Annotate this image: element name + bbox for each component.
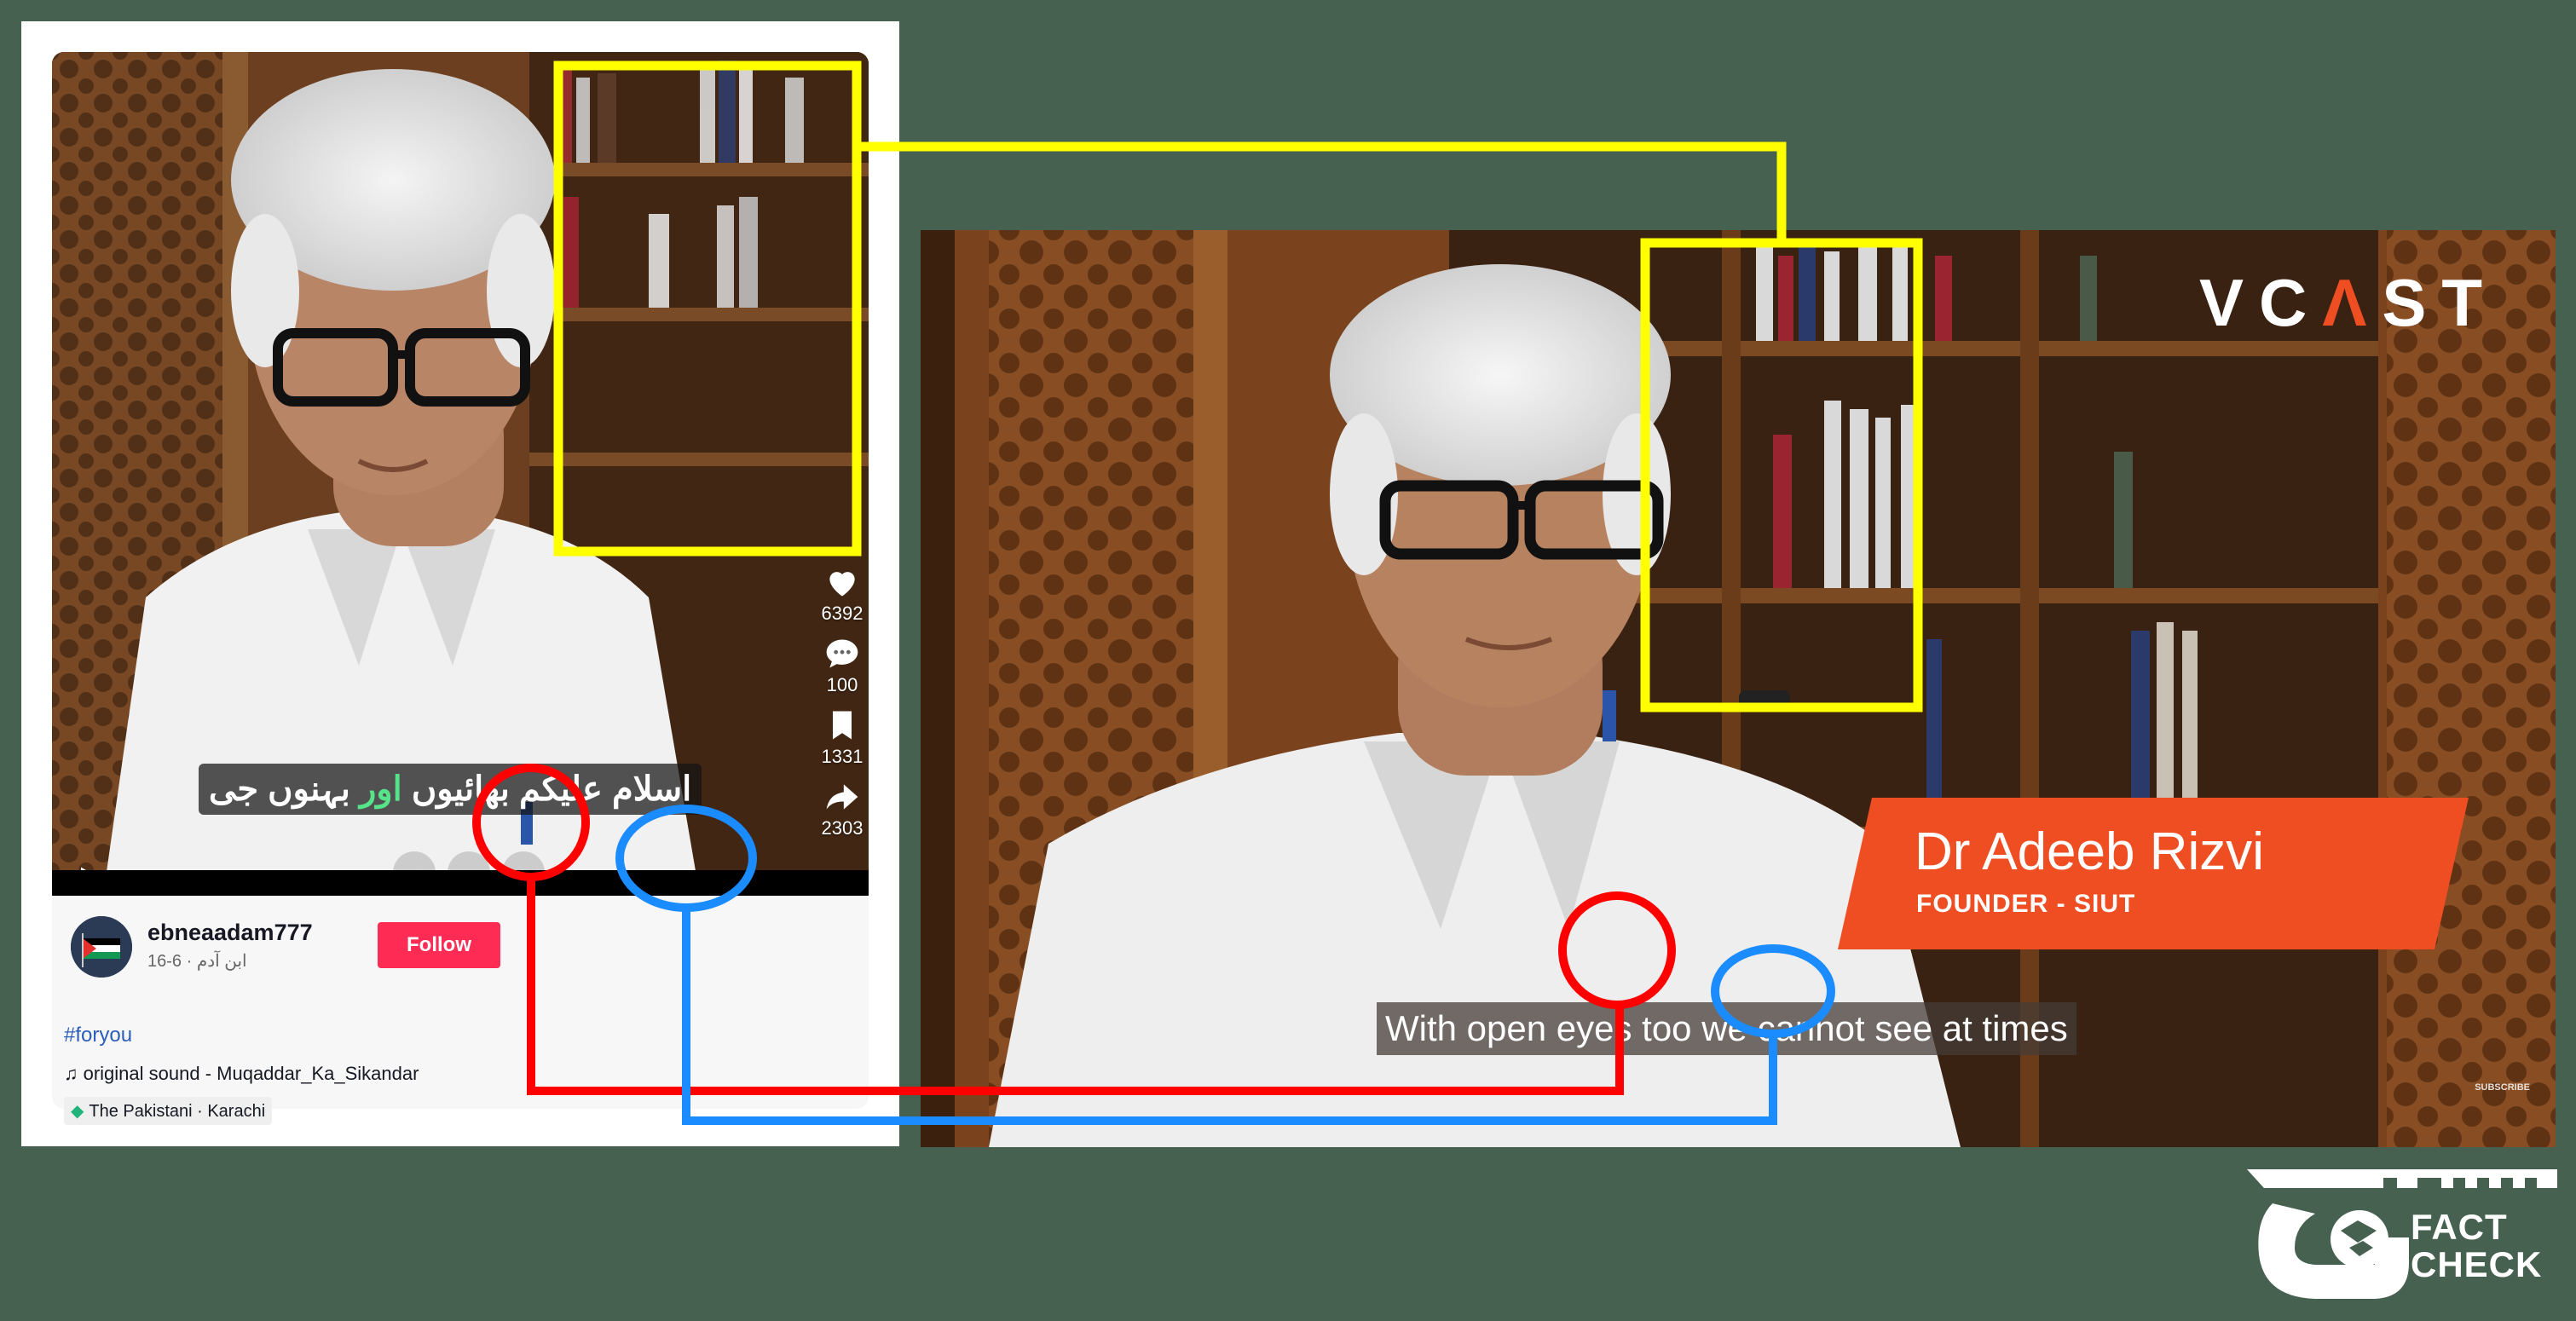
like-action[interactable]: 6392 [822,563,863,635]
tiktok-post-info: ebneaadam777 ابن آدم · 6-16 Follow #fory… [52,896,869,1125]
user-subline: ابن آدم · 6-16 [147,952,247,971]
factcheck-word-fact: FACT [2411,1207,2508,1247]
speaker-name: Dr Adeeb Rizvi [1915,822,2265,881]
like-count: 6392 [821,603,863,624]
vcast-logo-accent: Λ [2322,265,2383,340]
comment-icon[interactable] [823,635,861,672]
vcast-logo-right: ST [2382,265,2498,340]
heart-icon[interactable] [823,563,861,601]
location-label: The Pakistani · Karachi [89,1102,266,1121]
comment-action[interactable]: 100 [823,635,861,707]
save-count: 1331 [821,746,863,767]
subtitle-part-2: بہنوں جی [209,770,350,808]
video-progress-bar[interactable] [52,870,869,896]
location-tag[interactable]: ◆ The Pakistani · Karachi [64,1097,273,1125]
vcast-video-frame: VCΛST Dr Adeeb Rizvi FOUNDER - SIUT With… [921,230,2556,1147]
tiktok-video-frame[interactable]: 6392 100 1331 2303 اسلام علیکم بھائیوں ا… [52,52,869,896]
share-arrow-icon[interactable] [823,778,861,816]
name-lower-third: Dr Adeeb Rizvi FOUNDER - SIUT [1838,798,2469,949]
side-action-bar: 6392 100 1331 2303 [812,563,869,850]
comment-count: 100 [826,674,858,695]
share-count: 2303 [821,817,863,839]
tiktok-card: 6392 100 1331 2303 اسلام علیکم بھائیوں ا… [21,21,899,1146]
urdu-subtitle: اسلام علیکم بھائیوں اور بہنوں جی [199,764,702,815]
subtitle-part-1: اسلام علیکم بھائیوں [411,770,692,808]
username[interactable]: ebneaadam777 [147,920,313,946]
avatar[interactable] [71,916,132,978]
save-action[interactable]: 1331 [822,707,863,778]
location-pin-icon: ◆ [71,1102,84,1121]
hashtag-link[interactable]: #foryou [64,1024,132,1047]
follow-button[interactable]: Follow [378,922,500,968]
subtitle-highlight: اور [359,770,402,808]
speaker-title: FOUNDER - SIUT [1916,890,2136,918]
bookmark-icon[interactable] [823,707,861,744]
english-caption: With open eyes too we cannot see at time… [1377,1002,2076,1055]
subscribe-watermark: SUBSCRIBE [2475,1082,2530,1093]
avatar-flag-icon [71,916,132,978]
vcast-logo-left: VC [2199,265,2323,340]
sound-link[interactable]: ♫ original sound - Muqaddar_Ka_Sikandar [64,1063,419,1085]
factcheck-word-check: CHECK [2411,1244,2543,1284]
share-action[interactable]: 2303 [822,778,863,850]
vcast-logo: VCΛST [2199,264,2498,342]
